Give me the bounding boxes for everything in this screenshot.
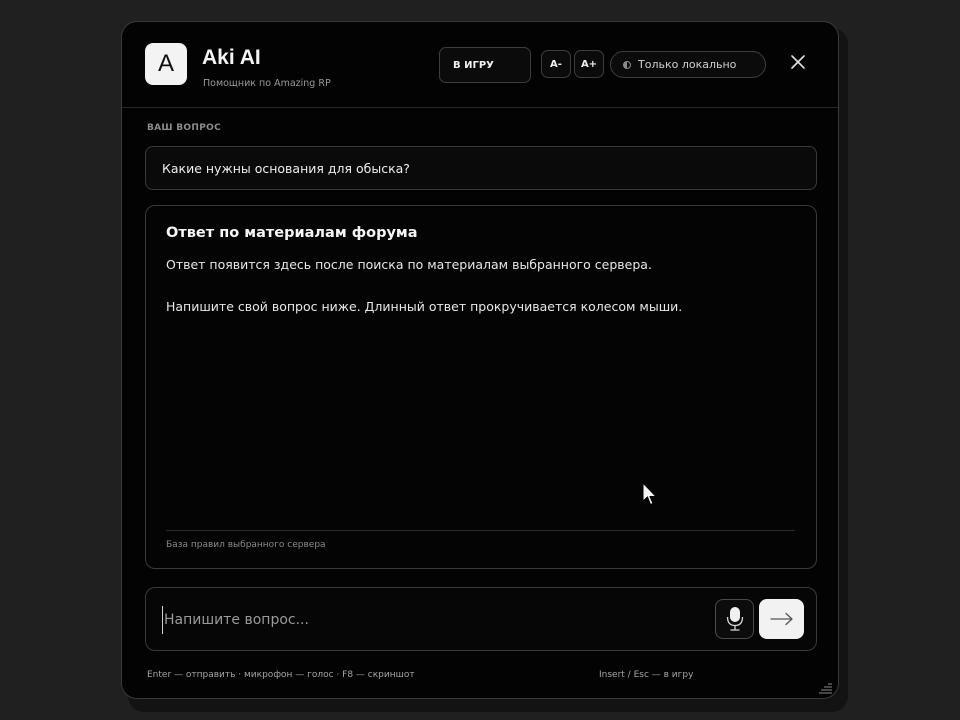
font-decrease-button[interactable]: A-	[541, 50, 571, 78]
app-title: Aki AI	[202, 46, 261, 69]
close-button[interactable]	[786, 50, 810, 74]
question-display: Какие нужны основания для обыска?	[145, 146, 817, 190]
answer-paragraph: Напишите свой вопрос ниже. Длинный ответ…	[166, 299, 683, 314]
send-button[interactable]	[759, 599, 804, 639]
question-text: Какие нужны основания для обыска?	[162, 160, 410, 176]
keyboard-hints: Enter — отправить · микрофон — голос · F…	[147, 670, 415, 680]
answer-source-note: База правил выбранного сервера	[166, 540, 326, 550]
answer-title: Ответ по материалам форума	[166, 225, 418, 241]
to-game-button[interactable]: В ИГРУ	[439, 47, 531, 83]
contrast-icon	[623, 60, 631, 69]
microphone-icon	[726, 607, 743, 631]
composer	[145, 587, 817, 651]
header: A Aki AI Помощник по Amazing RP В ИГРУ A…	[122, 22, 838, 108]
app-logo: A	[145, 43, 187, 85]
arrow-right-icon	[769, 612, 793, 626]
question-input[interactable]	[162, 606, 682, 634]
font-increase-button[interactable]: A+	[574, 50, 604, 78]
local-only-label: Только локально	[638, 58, 737, 71]
microphone-button[interactable]	[715, 599, 754, 639]
question-label: ВАШ ВОПРОС	[147, 123, 221, 133]
answer-divider	[166, 530, 795, 531]
assistant-window: A Aki AI Помощник по Amazing RP В ИГРУ A…	[121, 21, 839, 699]
exit-hint: Insert / Esc — в игру	[599, 670, 694, 680]
mouse-cursor-icon	[642, 482, 658, 506]
answer-paragraph: Ответ появится здесь после поиска по мат…	[166, 257, 652, 272]
app-subtitle: Помощник по Amazing RP	[203, 78, 331, 89]
local-only-toggle[interactable]: Только локально	[610, 51, 766, 78]
answer-panel[interactable]: Ответ по материалам форума Ответ появитс…	[145, 205, 817, 569]
resize-grip-icon[interactable]	[819, 682, 833, 694]
close-icon	[791, 55, 805, 69]
